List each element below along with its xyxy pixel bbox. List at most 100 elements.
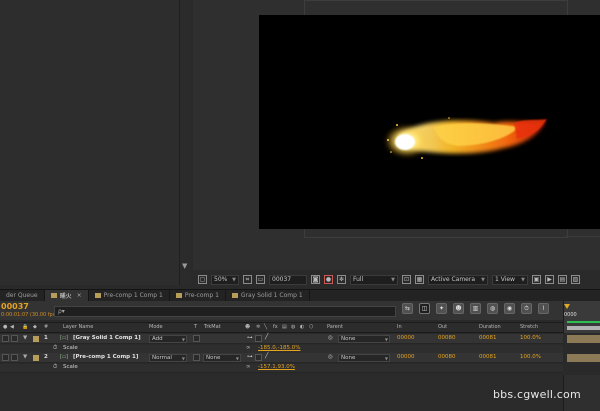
current-time-indicator[interactable] (564, 304, 570, 309)
effects-switch-icon[interactable]: fx (273, 324, 278, 330)
pixel-aspect-icon[interactable]: ▣ (532, 275, 541, 284)
parent-dropdown[interactable]: None ▼ (338, 354, 390, 362)
motion-blur-icon[interactable]: ◍ (487, 303, 498, 314)
comp-flowchart-icon[interactable]: ▨ (571, 275, 580, 284)
close-icon[interactable]: × (77, 292, 82, 299)
fast-previews-icon[interactable]: ▶ (545, 275, 554, 284)
col-out[interactable]: Out (438, 324, 447, 330)
stopwatch-icon[interactable]: ⏱ (53, 364, 57, 371)
layer-stretch[interactable]: 100.0% (520, 354, 541, 360)
video-toggle[interactable] (2, 354, 9, 361)
parent-pickwhip-icon[interactable]: ◎ (328, 354, 333, 360)
live-update-icon[interactable]: ◫ (419, 303, 430, 314)
current-time-field[interactable]: 00037 (269, 274, 307, 285)
shy-icon[interactable]: ⊶ (247, 335, 253, 341)
tab-render-queue[interactable]: der Queue (0, 290, 45, 301)
graph-editor-icon[interactable]: ⌇ (538, 303, 549, 314)
snapshot-icon[interactable]: ◙ (311, 275, 320, 284)
work-area-handle[interactable] (567, 326, 600, 330)
frame-blend-switch-icon[interactable]: ▤ (282, 324, 287, 330)
parent-pickwhip-icon[interactable]: ◎ (328, 335, 333, 341)
transparency-grid-icon[interactable]: ▦ (415, 275, 424, 284)
resolution-dropdown[interactable]: Full ▼ (350, 274, 398, 285)
region-of-interest-icon[interactable]: ⊡ (402, 275, 411, 284)
frame-blending-icon[interactable]: ▥ (470, 303, 481, 314)
shy-icon[interactable]: ⊶ (247, 354, 253, 360)
layer-in-point[interactable]: 00000 (397, 335, 415, 341)
scroll-down-arrow-icon[interactable]: ▼ (182, 263, 187, 270)
magnification-dropdown[interactable]: 50% ▼ (211, 274, 239, 285)
solo-toggle[interactable] (11, 354, 18, 361)
solo-toggle[interactable] (11, 335, 18, 342)
video-toggle[interactable] (2, 335, 9, 342)
collapse-toggle[interactable] (255, 354, 262, 361)
stopwatch-icon[interactable]: ⏱ (53, 345, 57, 352)
motion-blur-switch-icon[interactable]: ◍ (291, 324, 295, 330)
blend-mode-dropdown[interactable]: Normal ▼ (149, 354, 187, 362)
label-column-icon[interactable]: ◆ (33, 324, 37, 330)
comp-mini-flowchart-icon[interactable]: ⇆ (402, 303, 413, 314)
show-channel-icon[interactable]: ● (324, 275, 333, 284)
tab-fire-comp[interactable]: 晡火 × (44, 290, 89, 301)
col-parent[interactable]: Parent (327, 324, 343, 330)
auto-keyframe-icon[interactable]: ⏱ (521, 303, 532, 314)
layer-stretch[interactable]: 100.0% (520, 335, 541, 341)
layer-in-point[interactable]: 00000 (397, 354, 415, 360)
collapse-toggle[interactable] (255, 335, 262, 342)
draft-3d-icon[interactable]: ✦ (436, 303, 447, 314)
quality-icon[interactable]: ╱ (265, 353, 268, 359)
layer-out-point[interactable]: 00080 (438, 354, 456, 360)
constrain-proportions-icon[interactable]: ∞ (246, 364, 251, 370)
layer-name[interactable]: [Pre-comp 1 Comp 1] (73, 354, 138, 360)
camera-dropdown[interactable]: Active Camera ▼ (428, 274, 488, 285)
brainstorm-icon[interactable]: ◉ (504, 303, 515, 314)
layer-out-point[interactable]: 00080 (438, 335, 456, 341)
layer-duration[interactable]: 00081 (479, 335, 497, 341)
shy-switch-icon[interactable]: ☻ (245, 324, 250, 330)
property-value[interactable]: -157.1,93.0% (258, 364, 295, 370)
quality-icon[interactable]: ╱ (265, 334, 268, 340)
layer-duration[interactable]: 00081 (479, 354, 497, 360)
layer-label-color[interactable] (33, 336, 39, 342)
constrain-proportions-icon[interactable]: ∞ (246, 345, 251, 351)
layer-name[interactable]: [Gray Solid 1 Comp 1] (73, 335, 141, 341)
always-preview-icon[interactable]: ▢ (198, 275, 207, 284)
quality-switch-icon[interactable]: ╲ (264, 324, 267, 330)
expand-arrow-icon[interactable]: ▼ (23, 354, 27, 360)
adjustment-switch-icon[interactable]: ◐ (300, 324, 304, 330)
tab-gray-solid-comp[interactable]: Gray Solid 1 Comp 1 (226, 290, 310, 301)
col-trkmat[interactable]: TrkMat (204, 324, 221, 330)
video-switch-icon[interactable]: ● (3, 324, 7, 330)
blend-mode-dropdown[interactable]: Add ▼ (149, 335, 187, 343)
color-picker-icon[interactable]: ✻ (337, 275, 346, 284)
col-layer-name[interactable]: Layer Name (63, 324, 93, 330)
col-mode[interactable]: Mode (149, 324, 163, 330)
tab-precomp-1-comp-1[interactable]: Pre-comp 1 Comp 1 (89, 290, 170, 301)
audio-switch-icon[interactable]: ◀ (10, 324, 14, 330)
project-panel-scrollbar[interactable] (179, 0, 191, 285)
preserve-transparency-toggle[interactable] (193, 335, 200, 342)
timeline-icon[interactable]: ▤ (558, 275, 567, 284)
trkmat-dropdown[interactable]: None ▼ (203, 354, 241, 362)
layer-duration-bar[interactable] (567, 335, 600, 343)
timeline-search-input[interactable]: ρ▾ (54, 306, 396, 317)
property-value[interactable]: -185.0,-185.0% (258, 345, 300, 351)
collapse-switch-icon[interactable]: ✲ (256, 324, 260, 330)
tab-precomp-1[interactable]: Pre-comp 1 (170, 290, 226, 301)
work-area-bar[interactable] (567, 321, 600, 323)
col-in[interactable]: In (397, 324, 402, 330)
col-stretch[interactable]: Stretch (520, 324, 538, 330)
expand-arrow-icon[interactable]: ▼ (23, 335, 27, 341)
comp-canvas[interactable] (259, 15, 600, 229)
hide-shy-layers-icon[interactable]: ☻ (453, 303, 464, 314)
timeline-current-time[interactable]: 00037 (1, 302, 29, 311)
3d-switch-icon[interactable]: ⬡ (309, 324, 313, 330)
layer-duration-bar[interactable] (567, 354, 600, 362)
col-duration[interactable]: Duration (479, 324, 501, 330)
layer-label-color[interactable] (33, 355, 39, 361)
col-t[interactable]: T (194, 324, 197, 330)
title-action-safe-icon[interactable]: ⌗ (243, 275, 252, 284)
toggle-mask-icon[interactable]: ▭ (256, 275, 265, 284)
col-hash[interactable]: # (44, 324, 48, 330)
view-layout-dropdown[interactable]: 1 View ▼ (492, 274, 528, 285)
